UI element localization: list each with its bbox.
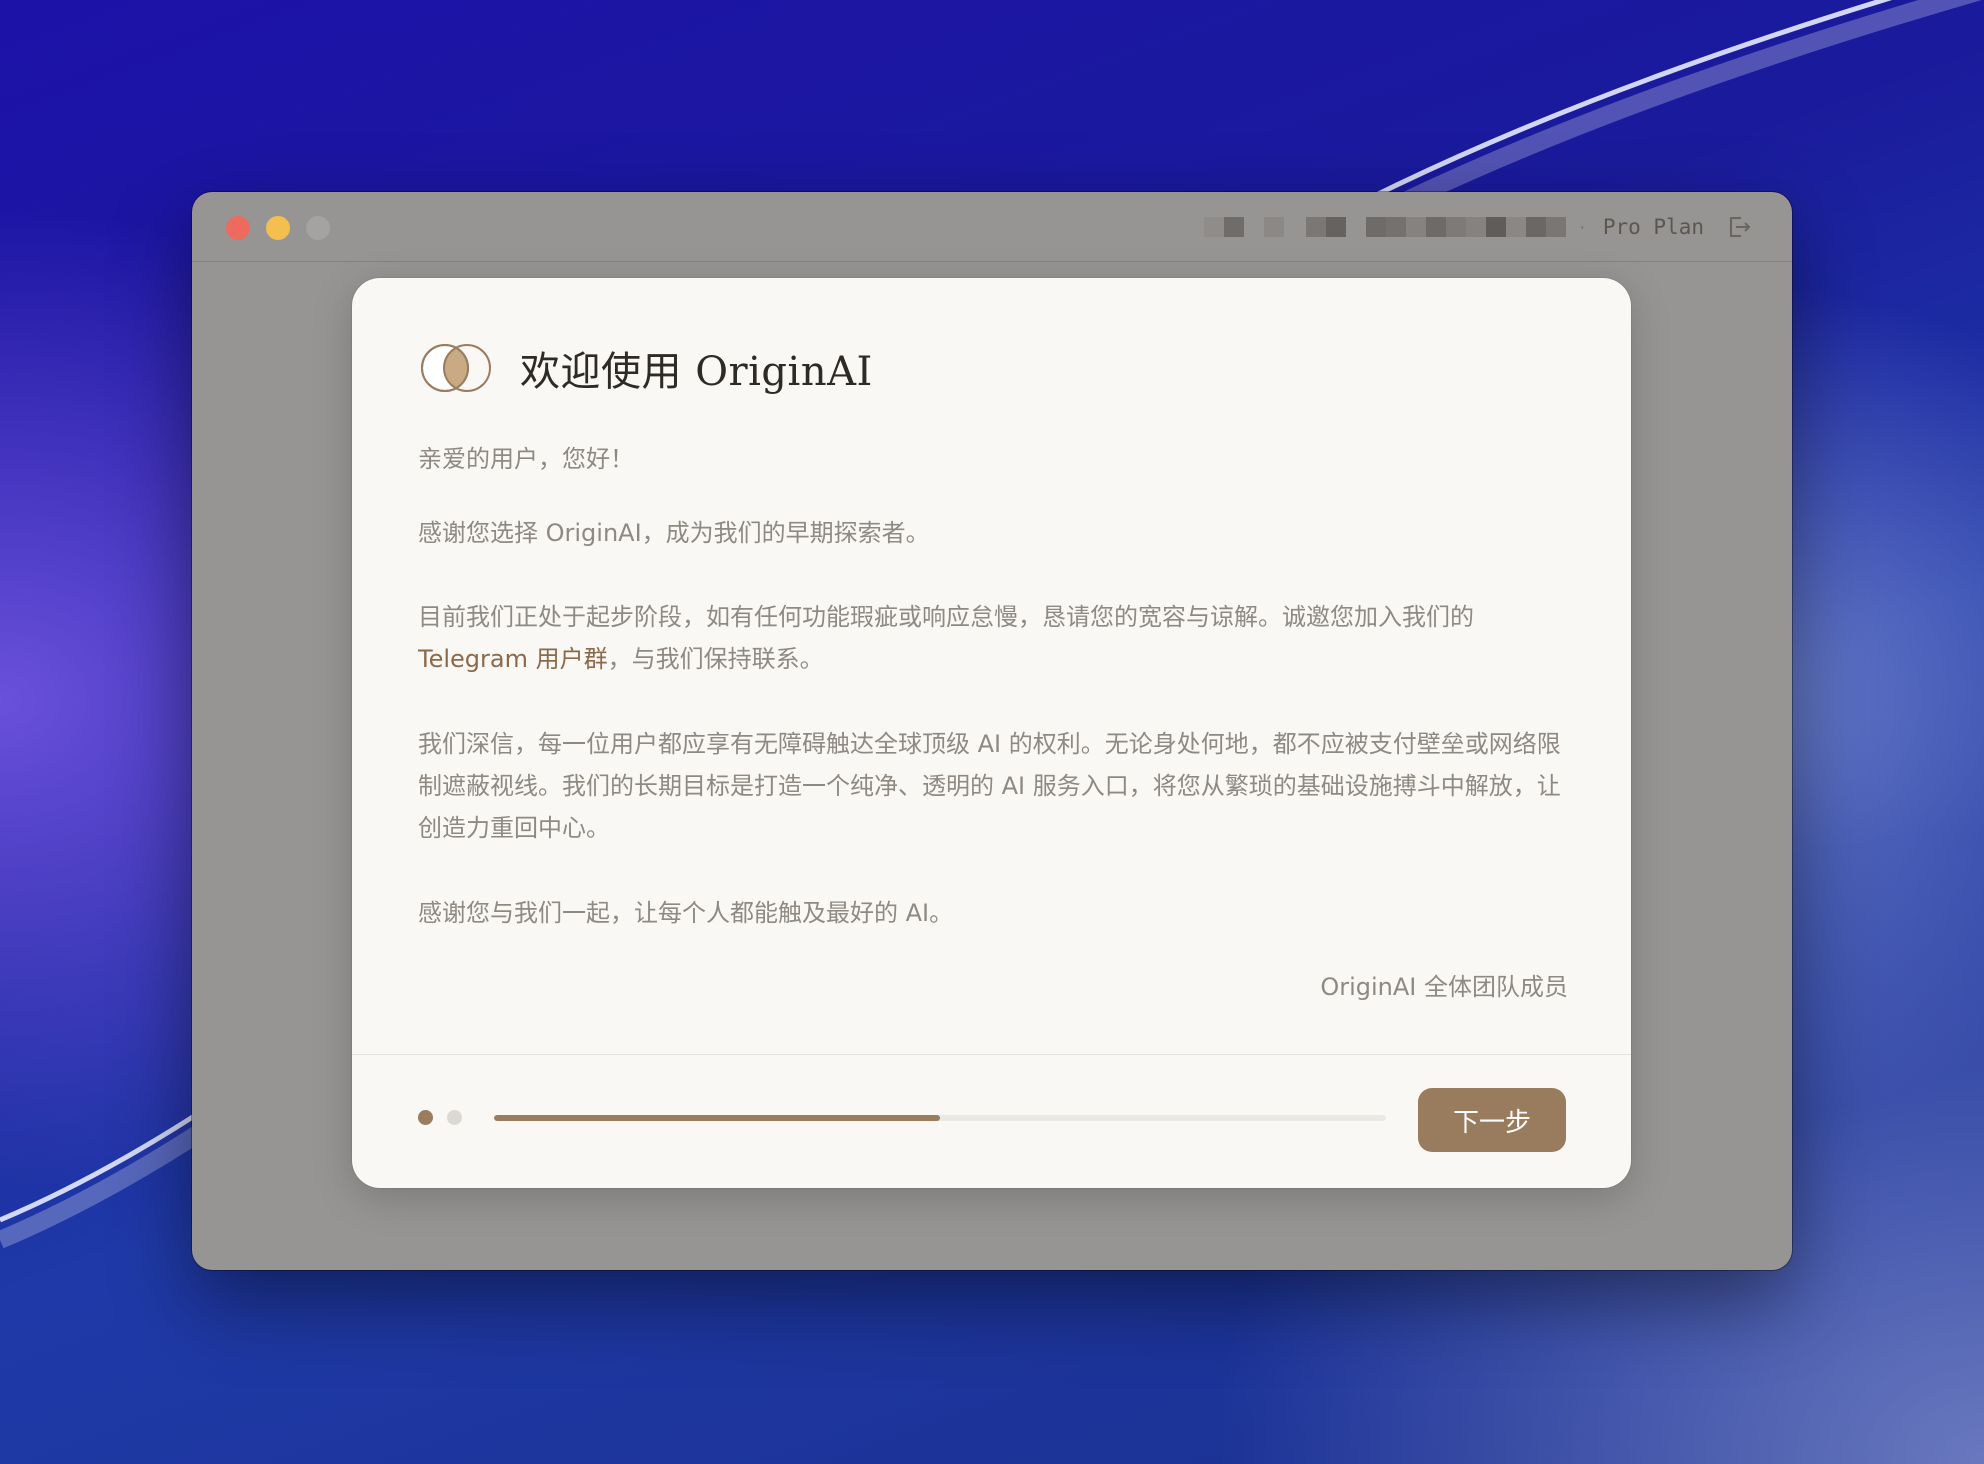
redacted-account-info bbox=[1203, 217, 1566, 237]
step-indicator bbox=[418, 1110, 476, 1125]
status-text: 目前我们正处于起步阶段，如有任何功能瑕疵或响应怠慢，恳请您的宽容与谅解。诚邀您加… bbox=[418, 603, 1474, 631]
logout-icon[interactable] bbox=[1726, 214, 1752, 240]
dialog-title: 欢迎使用 OriginAI bbox=[520, 349, 873, 395]
belief-paragraph: 我们深信，每一位用户都应享有无障碍触达全球顶级 AI 的权利。无论身处何地，都不… bbox=[418, 730, 1561, 842]
status-suffix: ，与我们保持联系。 bbox=[607, 645, 824, 673]
app-window: · Pro Plan 欢迎使用 OriginAI 亲爱的用户，您好！ 感谢您选择… bbox=[192, 192, 1792, 1270]
greeting-text: 亲爱的用户，您好！ bbox=[418, 445, 634, 473]
progress-bar bbox=[494, 1115, 1386, 1121]
closing-text: 感谢您与我们一起，让每个人都能触及最好的 AI。 bbox=[418, 899, 954, 927]
origin-logo-icon bbox=[421, 344, 491, 392]
account-area: · Pro Plan bbox=[1203, 192, 1752, 262]
dialog-header: 欢迎使用 OriginAI bbox=[418, 338, 873, 398]
next-step-button[interactable]: 下一步 bbox=[1418, 1088, 1566, 1152]
step-dot-1 bbox=[418, 1110, 433, 1125]
window-minimize-button[interactable] bbox=[266, 216, 290, 240]
thanks-text: 感谢您选择 OriginAI，成为我们的早期探索者。 bbox=[418, 519, 930, 547]
window-zoom-button[interactable] bbox=[306, 216, 330, 240]
step-dot-2 bbox=[447, 1110, 462, 1125]
status-paragraph: 目前我们正处于起步阶段，如有任何功能瑕疵或响应怠慢，恳请您的宽容与谅解。诚邀您加… bbox=[418, 596, 1568, 680]
signature-text: OriginAI 全体团队成员 bbox=[1320, 973, 1568, 1001]
plan-label: Pro Plan bbox=[1602, 215, 1704, 239]
window-close-button[interactable] bbox=[226, 216, 250, 240]
telegram-group-link[interactable]: Telegram 用户群 bbox=[418, 645, 608, 673]
welcome-dialog: 欢迎使用 OriginAI 亲爱的用户，您好！ 感谢您选择 OriginAI，成… bbox=[352, 278, 1631, 1188]
dialog-footer: 下一步 bbox=[352, 1054, 1631, 1188]
title-bar: · Pro Plan bbox=[192, 192, 1792, 262]
account-separator: · bbox=[1579, 217, 1585, 237]
progress-fill bbox=[494, 1115, 940, 1121]
